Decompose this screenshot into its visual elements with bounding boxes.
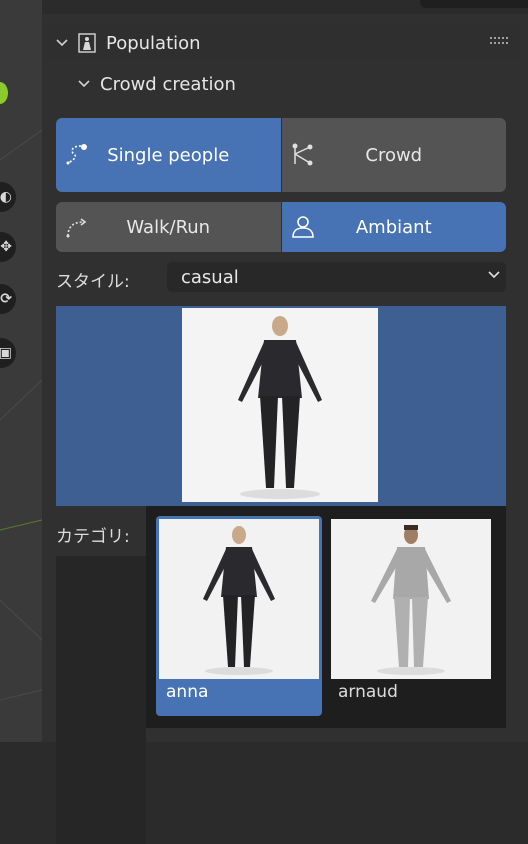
gallery-item-anna[interactable]: anna xyxy=(156,516,322,716)
walk-run-label: Walk/Run xyxy=(126,216,211,238)
ambiant-label: Ambiant xyxy=(355,216,432,238)
character-preview-image xyxy=(182,308,378,502)
style-value: casual xyxy=(181,266,239,288)
walk-run-icon xyxy=(66,218,87,238)
gallery-label-anna: anna xyxy=(166,682,209,702)
thumbnail-anna xyxy=(159,519,319,679)
population-header[interactable]: Population xyxy=(56,30,201,56)
crowd-icon xyxy=(292,143,312,166)
single-people-button[interactable]: Single people xyxy=(56,118,281,192)
walk-run-button[interactable]: Walk/Run xyxy=(56,202,281,252)
panel-title: Population xyxy=(106,32,201,54)
style-dropdown[interactable]: casual xyxy=(167,262,506,292)
3d-viewport-edge[interactable]: ◐ ✥ ⟳ ▣ xyxy=(0,0,42,742)
style-label: スタイル: xyxy=(56,272,130,292)
preview-area[interactable] xyxy=(56,306,506,506)
mode-selector-row2: Walk/Run Ambiant xyxy=(56,202,506,252)
single-people-icon xyxy=(66,144,87,165)
gallery-item-arnaud[interactable]: arnaud xyxy=(328,516,494,716)
subpanel-title: Crowd creation xyxy=(100,73,236,95)
person-icon xyxy=(291,216,314,238)
category-label: カテゴリ: xyxy=(56,527,130,547)
single-people-label: Single people xyxy=(107,144,230,166)
population-icon xyxy=(78,33,96,53)
thumbnail-arnaud xyxy=(331,519,491,679)
chevron-down-icon xyxy=(488,271,500,279)
gallery-label-arnaud: arnaud xyxy=(338,682,398,702)
category-gallery: anna arnaud xyxy=(146,506,506,728)
drag-handle-icon[interactable] xyxy=(490,36,510,46)
ambiant-button[interactable]: Ambiant xyxy=(281,202,506,252)
crowd-button[interactable]: Crowd xyxy=(281,118,506,192)
mode-selector-row1: Single people Crowd xyxy=(56,118,506,192)
header-corner xyxy=(420,0,528,8)
crowd-label: Crowd xyxy=(365,144,423,166)
crowd-creation-header[interactable]: Crowd creation xyxy=(78,72,236,96)
style-row: スタイル: casual xyxy=(56,262,506,294)
viewport-grid xyxy=(0,129,42,701)
chevron-down-icon[interactable] xyxy=(56,37,68,49)
population-panel: Population Crowd creation Single people xyxy=(42,14,528,844)
chevron-down-icon[interactable] xyxy=(78,78,90,90)
category-list-area xyxy=(56,556,146,844)
